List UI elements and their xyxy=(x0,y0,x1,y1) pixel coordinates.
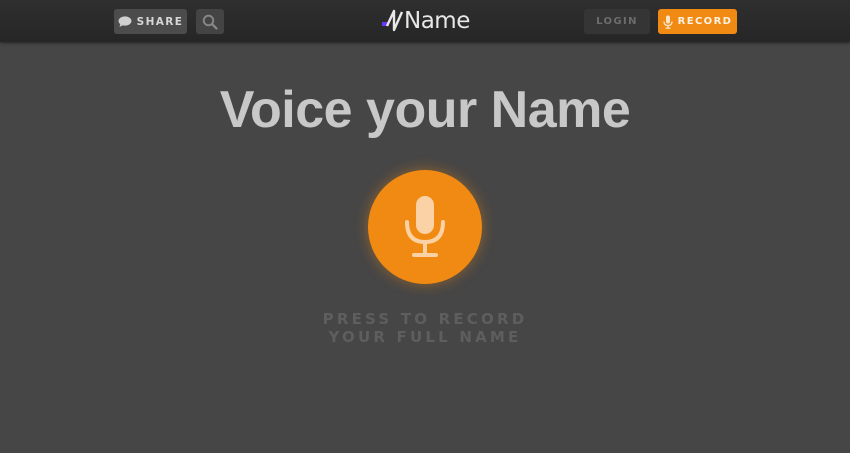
speech-bubble-icon xyxy=(118,15,132,28)
share-button[interactable]: SHARE xyxy=(114,9,187,34)
microphone-icon xyxy=(662,15,673,29)
record-voice-button[interactable] xyxy=(368,170,482,284)
logo[interactable]: Name xyxy=(380,6,470,36)
share-label: SHARE xyxy=(136,15,184,28)
prompt-line-2: YOUR FULL NAME xyxy=(328,328,522,346)
logo-mark-icon xyxy=(380,8,404,34)
prompt-line-1: PRESS TO RECORD xyxy=(322,310,528,328)
microphone-icon xyxy=(405,196,445,258)
search-icon xyxy=(202,14,218,30)
top-navigation-bar: SHARE Name LOGIN RECORD xyxy=(0,0,850,42)
record-label: RECORD xyxy=(677,16,733,27)
search-button[interactable] xyxy=(196,9,224,34)
record-prompt: PRESS TO RECORD YOUR FULL NAME xyxy=(0,310,850,346)
logo-text: Name xyxy=(404,8,470,34)
login-button[interactable]: LOGIN xyxy=(584,9,650,34)
page-title: Voice your Name xyxy=(219,81,631,139)
record-button[interactable]: RECORD xyxy=(658,9,737,34)
